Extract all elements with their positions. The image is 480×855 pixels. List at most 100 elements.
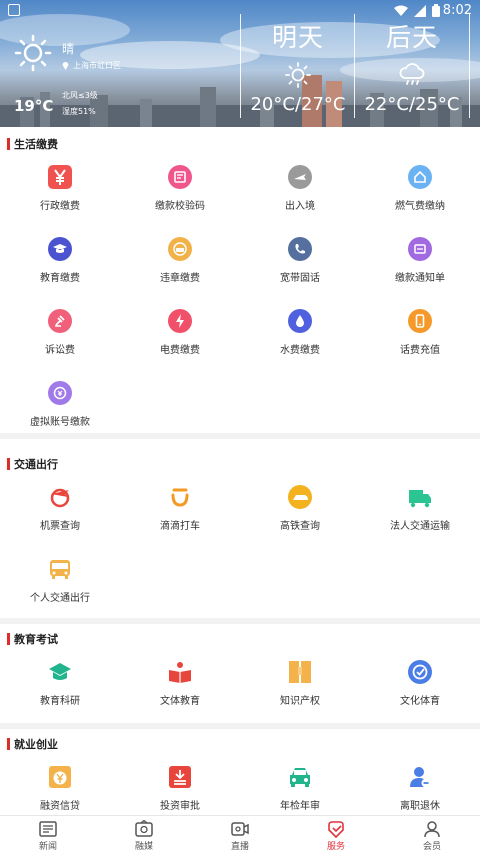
service-label: 文体教育 — [160, 696, 200, 707]
services-content[interactable]: 生活缴费 行政缴费 缴款校验码 出入境 燃气费缴纳 教育缴费 违章缴费 宽带固话… — [0, 127, 480, 815]
section-transport: 交通出行 机票查询 滴滴打车 高铁查询 法人交通运输 个人交通出行 — [0, 453, 480, 613]
section-accent-bar — [7, 738, 10, 750]
forecast-day-after[interactable]: 后天 22°C/25°C — [355, 14, 469, 118]
service-item-flight-search[interactable]: 机票查询 — [0, 479, 120, 551]
service-label: 缴款通知单 — [395, 273, 445, 284]
service-item-train-search[interactable]: 高铁查询 — [240, 479, 360, 551]
today-weather[interactable]: 晴 上海市虹口区 19°C 北风≤3级 湿度51% — [14, 34, 234, 124]
tab-label: 会员 — [422, 842, 441, 852]
service-item-corporate-transport[interactable]: 法人交通运输 — [360, 479, 480, 551]
section-living: 生活缴费 行政缴费 缴款校验码 出入境 燃气费缴纳 教育缴费 违章缴费 宽带固话… — [0, 133, 480, 433]
sun-icon — [14, 34, 52, 72]
lightning-icon — [168, 309, 192, 333]
service-item-intellectual-property[interactable]: 知识产权 — [240, 654, 360, 726]
service-label: 教育缴费 — [40, 273, 80, 284]
service-item-resignation-retirement[interactable]: 离职退休 — [360, 759, 480, 815]
service-item-electricity-fee[interactable]: 电费缴费 — [120, 303, 240, 375]
service-item-didi-taxi[interactable]: 滴滴打车 — [120, 479, 240, 551]
train-icon — [288, 485, 312, 509]
forecast-temperature: 20°C/27°C — [250, 94, 346, 115]
cloud-rain-icon — [399, 63, 425, 85]
location-label: 上海市虹口区 — [73, 61, 121, 70]
tab-service[interactable]: 服务 — [288, 816, 384, 855]
house-icon — [408, 165, 432, 189]
service-item-phone-recharge[interactable]: 话费充值 — [360, 303, 480, 375]
humidity-info: 湿度51% — [62, 107, 96, 116]
forecast-divider — [469, 14, 470, 118]
service-label: 电费缴费 — [160, 345, 200, 356]
service-label: 燃气费缴纳 — [395, 201, 445, 212]
bus-icon — [50, 560, 70, 579]
service-label: 投资审批 — [160, 801, 200, 812]
tab-member[interactable]: 会员 — [384, 816, 480, 855]
news-icon — [39, 821, 57, 837]
person-minus-icon — [410, 767, 431, 788]
service-item-traffic-violation[interactable]: 违章缴费 — [120, 231, 240, 303]
service-item-education-research[interactable]: 教育科研 — [0, 654, 120, 726]
service-label: 高铁查询 — [280, 521, 320, 532]
service-item-culture-sports-education[interactable]: 文体教育 — [120, 654, 240, 726]
service-label: 滴滴打车 — [160, 521, 200, 532]
service-icon — [328, 821, 344, 838]
service-item-gas-fee[interactable]: 燃气费缴纳 — [360, 159, 480, 231]
tab-live[interactable]: 直播 — [192, 816, 288, 855]
tab-label: 新闻 — [38, 842, 57, 852]
service-item-personal-transport[interactable]: 个人交通出行 — [0, 551, 120, 623]
tab-media[interactable]: 融媒 — [96, 816, 192, 855]
receipt-icon — [168, 165, 192, 189]
tab-news[interactable]: 新闻 — [0, 816, 96, 855]
section-title: 生活缴费 — [14, 138, 58, 151]
member-icon — [424, 821, 440, 838]
weather-banner: 8:02 晴 上海市虹口区 19°C 北风≤3级 湿度51% 明天 20°C/2… — [0, 0, 480, 127]
wind-info: 北风≤3级 — [62, 91, 98, 100]
service-label: 知识产权 — [280, 696, 320, 707]
service-item-water-fee[interactable]: 水费缴费 — [240, 303, 360, 375]
service-item-financing-credit[interactable]: 融资信贷 — [0, 759, 120, 815]
badge-check-icon — [408, 660, 432, 684]
didi-icon — [171, 488, 189, 507]
service-item-payment-code[interactable]: 缴款校验码 — [120, 159, 240, 231]
section-divider — [0, 723, 480, 729]
service-item-education-fee[interactable]: 教育缴费 — [0, 231, 120, 303]
location-pin-icon — [62, 62, 69, 70]
gavel-icon — [48, 309, 72, 333]
forecast-day-label: 明天 — [271, 23, 324, 52]
service-item-immigration[interactable]: 出入境 — [240, 159, 360, 231]
tab-label: 直播 — [230, 842, 249, 852]
media-icon — [135, 820, 153, 837]
car-icon — [168, 237, 192, 261]
service-label: 年检年审 — [280, 801, 320, 812]
documents-icon — [289, 661, 311, 683]
service-item-litigation-fee[interactable]: 诉讼费 — [0, 303, 120, 375]
service-label: 诉讼费 — [45, 345, 75, 356]
service-item-investment-approval[interactable]: 投资审批 — [120, 759, 240, 815]
service-label: 宽带固话 — [280, 273, 320, 284]
service-label: 虚拟账号缴款 — [30, 417, 90, 428]
bottom-navigation: 新闻 融媒 直播 服务 会员 — [0, 815, 480, 855]
forecast-tomorrow[interactable]: 明天 20°C/27°C — [241, 14, 355, 118]
service-label: 出入境 — [285, 201, 315, 212]
notification-icon — [8, 4, 20, 16]
live-camera-icon — [231, 822, 249, 836]
section-title: 教育考试 — [14, 633, 58, 646]
location: 上海市虹口区 — [62, 60, 121, 71]
tab-label: 服务 — [326, 842, 345, 852]
plane-icon — [288, 165, 312, 189]
service-label: 教育科研 — [40, 696, 80, 707]
mobile-icon — [408, 309, 432, 333]
sun-icon — [285, 62, 311, 88]
graduation-cap-icon — [48, 237, 72, 261]
service-item-administrative-fee[interactable]: 行政缴费 — [0, 159, 120, 231]
tab-label: 融媒 — [134, 842, 153, 852]
section-title: 就业创业 — [14, 738, 58, 751]
service-item-annual-inspection[interactable]: 年检年审 — [240, 759, 360, 815]
service-item-culture-sports[interactable]: 文化体育 — [360, 654, 480, 726]
forecast-temperature: 22°C/25°C — [364, 94, 460, 115]
service-item-payment-notice[interactable]: 缴款通知单 — [360, 231, 480, 303]
app-root: 8:02 晴 上海市虹口区 19°C 北风≤3级 湿度51% 明天 20°C/2… — [0, 0, 480, 855]
money-bag-icon — [49, 766, 71, 788]
water-drop-icon — [288, 309, 312, 333]
approval-icon — [169, 766, 191, 788]
service-item-broadband[interactable]: 宽带固话 — [240, 231, 360, 303]
phone-icon — [288, 237, 312, 261]
